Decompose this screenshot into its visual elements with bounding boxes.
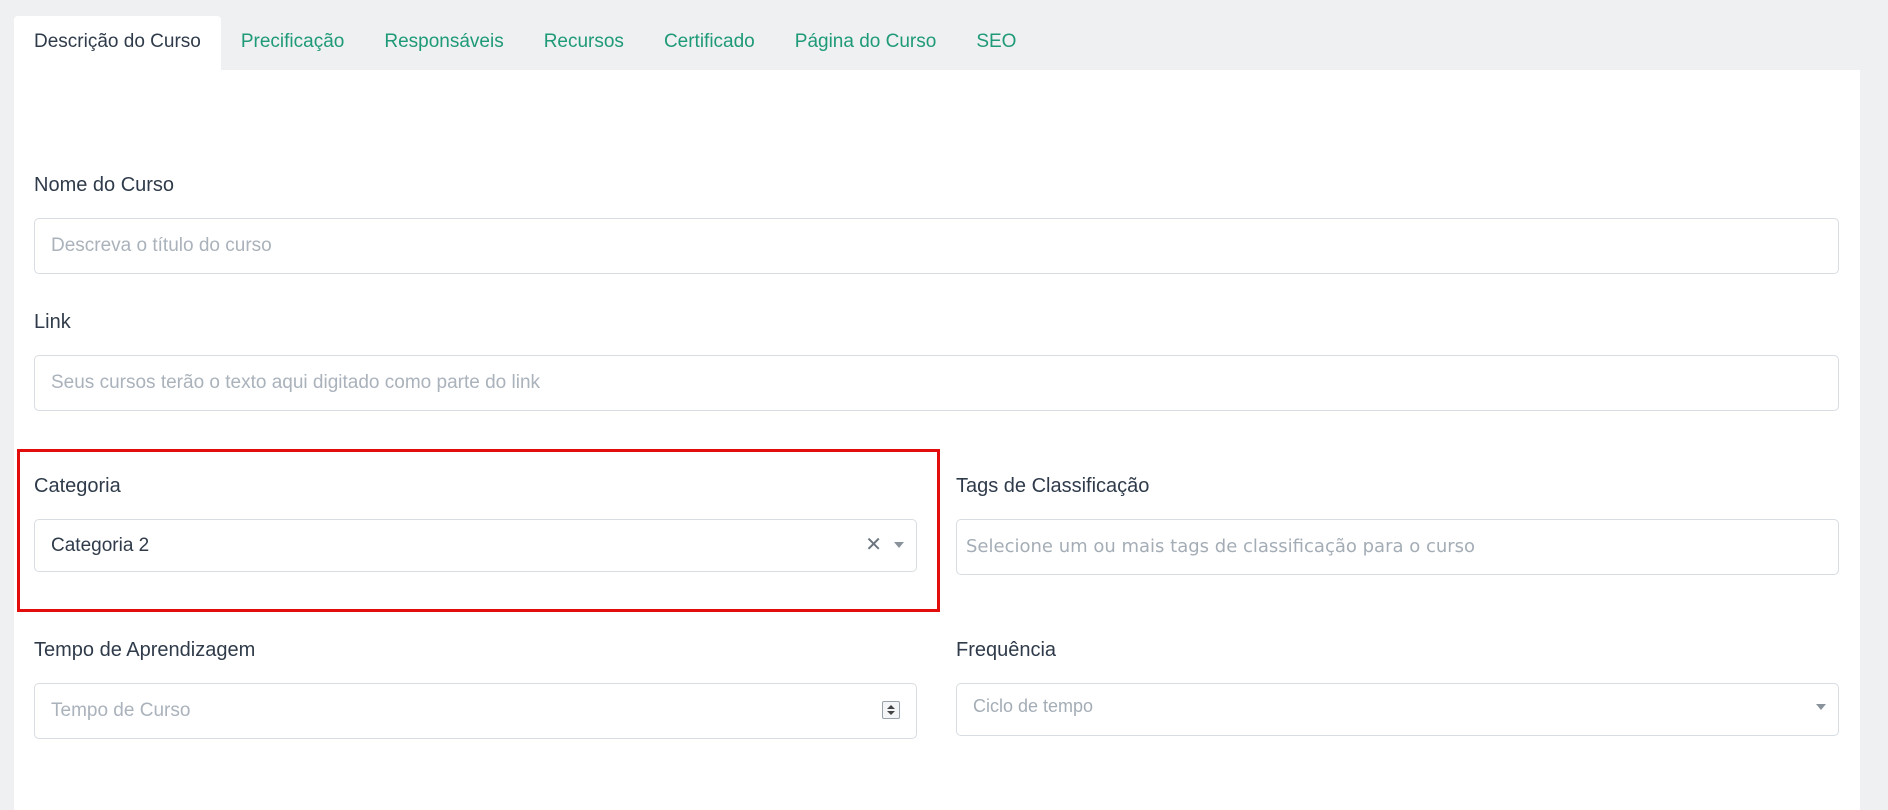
tab-pagina-do-curso[interactable]: Página do Curso <box>775 16 957 70</box>
categoria-selected-value: Categoria 2 <box>51 535 150 556</box>
frequencia-label: Frequência <box>956 639 1057 661</box>
categoria-select[interactable]: Categoria 2 ✕ <box>34 519 917 572</box>
tab-seo[interactable]: SEO <box>956 16 1036 70</box>
tab-precificacao[interactable]: Precificação <box>221 16 365 70</box>
tempo-input[interactable] <box>35 684 916 738</box>
chevron-down-icon[interactable] <box>1816 704 1826 710</box>
tab-responsaveis[interactable]: Responsáveis <box>364 16 523 70</box>
tempo-field <box>34 683 917 739</box>
tags-placeholder: Selecione um ou mais tags de classificaç… <box>966 536 1476 557</box>
link-label: Link <box>34 311 71 333</box>
nome-do-curso-input[interactable] <box>35 219 1838 273</box>
tab-bar: Descrição do Curso Precificação Responsá… <box>14 16 1036 70</box>
tab-descricao-do-curso[interactable]: Descrição do Curso <box>14 16 221 70</box>
stepper-down-icon[interactable] <box>887 711 895 715</box>
link-input[interactable] <box>35 356 1838 410</box>
frequencia-placeholder: Ciclo de tempo <box>973 696 1094 716</box>
tab-recursos[interactable]: Recursos <box>524 16 644 70</box>
tempo-label: Tempo de Aprendizagem <box>34 639 256 661</box>
nome-do-curso-label: Nome do Curso <box>34 174 175 196</box>
link-field <box>34 355 1839 411</box>
stepper-up-icon[interactable] <box>887 705 895 709</box>
tags-select[interactable]: Selecione um ou mais tags de classificaç… <box>956 519 1839 575</box>
close-icon[interactable]: ✕ <box>865 520 882 571</box>
tab-certificado[interactable]: Certificado <box>644 16 775 70</box>
tags-label: Tags de Classificação <box>956 475 1150 497</box>
frequencia-select[interactable]: Ciclo de tempo <box>956 683 1839 736</box>
categoria-label: Categoria <box>34 475 121 497</box>
number-stepper[interactable] <box>882 701 900 719</box>
chevron-down-icon[interactable] <box>894 542 904 548</box>
nome-do-curso-field <box>34 218 1839 274</box>
